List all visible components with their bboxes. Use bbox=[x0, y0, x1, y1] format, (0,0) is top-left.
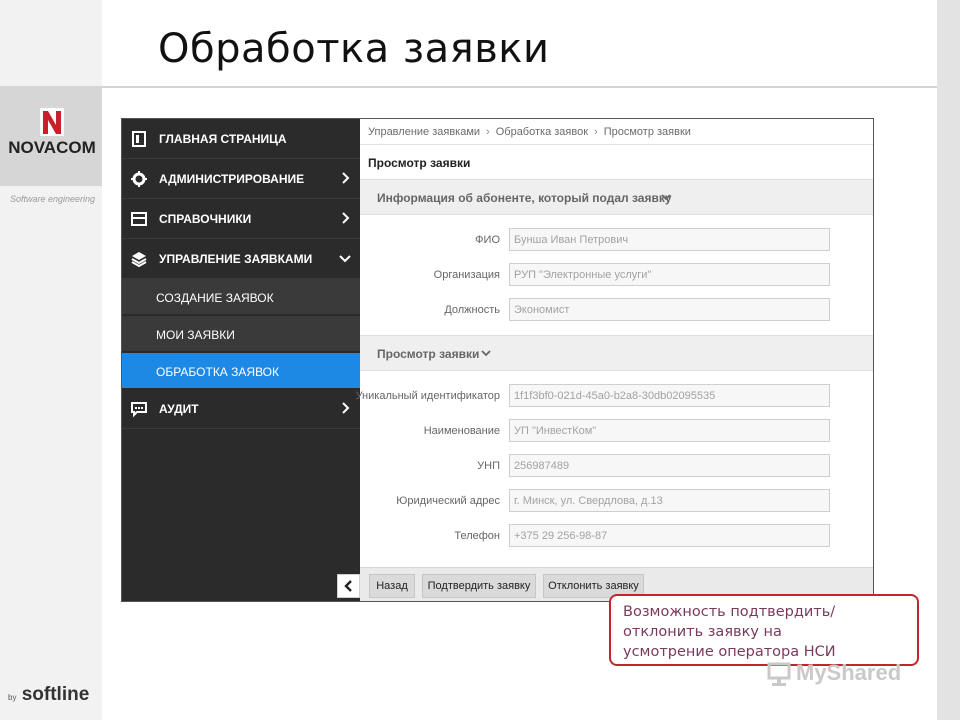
chevron-right-icon bbox=[342, 402, 350, 414]
annotation-callout: Возможность подтвердить/ отклонить заявк… bbox=[609, 594, 919, 666]
breadcrumb-separator: › bbox=[594, 126, 598, 138]
sidebar: ГЛАВНАЯ СТРАНИЦА АДМИНИСТРИРОВАНИЕ СПРАВ… bbox=[122, 119, 360, 601]
app-screenshot: ГЛАВНАЯ СТРАНИЦА АДМИНИСТРИРОВАНИЕ СПРАВ… bbox=[121, 118, 874, 602]
chevron-down-icon bbox=[481, 350, 491, 357]
title-divider bbox=[102, 86, 937, 88]
slide-right-rail bbox=[937, 0, 960, 720]
folder-icon bbox=[131, 212, 147, 226]
chevron-left-icon bbox=[344, 580, 352, 592]
section-request-view-header[interactable]: Просмотр заявки bbox=[360, 335, 873, 371]
fio-field[interactable] bbox=[509, 228, 830, 251]
chevron-right-icon bbox=[342, 212, 350, 224]
section-title: Информация об абоненте, который подал за… bbox=[377, 191, 672, 205]
sidebar-item-request-management[interactable]: УПРАВЛЕНИЕ ЗАЯВКАМИ bbox=[122, 239, 360, 279]
field-label-legal-address: Юридический адрес bbox=[396, 495, 500, 507]
chat-icon bbox=[131, 402, 147, 418]
softline-brand: by softline bbox=[8, 684, 89, 706]
brand-name: softline bbox=[21, 684, 90, 705]
sidebar-item-home[interactable]: ГЛАВНАЯ СТРАНИЦА bbox=[122, 119, 360, 159]
sidebar-item-audit[interactable]: АУДИТ bbox=[122, 389, 360, 429]
position-field[interactable] bbox=[509, 298, 830, 321]
chevron-down-icon bbox=[661, 194, 671, 201]
field-label-unp: УНП bbox=[477, 460, 500, 472]
sidebar-item-label: СПРАВОЧНИКИ bbox=[159, 212, 252, 226]
phone-field[interactable] bbox=[509, 524, 830, 547]
layers-icon bbox=[131, 252, 147, 268]
slide-title: Обработка заявки bbox=[158, 26, 550, 72]
unique-id-field[interactable] bbox=[509, 384, 830, 407]
chevron-right-icon bbox=[342, 172, 350, 184]
breadcrumb-separator: › bbox=[486, 126, 490, 138]
sidebar-subitem-my-requests[interactable]: МОИ ЗАЯВКИ bbox=[122, 316, 360, 352]
field-label-unique-id: Уникальный идентификатор bbox=[355, 390, 500, 402]
field-label-organization: Организация bbox=[433, 269, 500, 281]
sidebar-item-label: АДМИНИСТРИРОВАНИЕ bbox=[159, 172, 305, 186]
breadcrumb-item[interactable]: Обработка заявок bbox=[496, 126, 588, 138]
sidebar-item-label: АУДИТ bbox=[159, 402, 199, 416]
page-title: Просмотр заявки bbox=[368, 156, 471, 170]
sidebar-subitem-process-requests[interactable]: ОБРАБОТКА ЗАЯВОК bbox=[122, 353, 360, 389]
brand-prefix: by bbox=[8, 693, 17, 702]
gear-icon bbox=[131, 171, 147, 187]
presentation-icon bbox=[767, 662, 791, 687]
watermark-text: MyShared bbox=[796, 660, 902, 685]
field-label-fio: ФИО bbox=[475, 234, 500, 246]
sidebar-item-administration[interactable]: АДМИНИСТРИРОВАНИЕ bbox=[122, 159, 360, 199]
sidebar-item-label: УПРАВЛЕНИЕ ЗАЯВКАМИ bbox=[159, 252, 313, 266]
sidebar-subitem-label: СОЗДАНИЕ ЗАЯВОК bbox=[156, 291, 274, 305]
confirm-request-button[interactable]: Подтвердить заявку bbox=[422, 574, 536, 598]
main-content: Управление заявками › Обработка заявок › Про… bbox=[356, 119, 873, 601]
watermark: MyShared bbox=[766, 660, 901, 687]
field-label-position: Должность bbox=[444, 304, 500, 316]
section-subscriber-info-header[interactable]: Информация об абоненте, который подал за… bbox=[360, 179, 873, 215]
section-title: Просмотр заявки bbox=[377, 347, 480, 361]
chevron-down-icon bbox=[339, 255, 351, 263]
callout-line: отклонить заявку на bbox=[623, 624, 782, 640]
logo-text: NOVACOM bbox=[8, 138, 96, 157]
novacom-n-icon bbox=[40, 108, 64, 136]
breadcrumb-item-current: Просмотр заявки bbox=[603, 126, 691, 138]
field-label-phone: Телефон bbox=[454, 530, 500, 542]
breadcrumb-item[interactable]: Управление заявками bbox=[368, 126, 480, 138]
tagline: Software engineering bbox=[10, 194, 96, 204]
back-button[interactable]: Назад bbox=[369, 574, 415, 598]
name-field[interactable] bbox=[509, 419, 830, 442]
sidebar-subitem-create-requests[interactable]: СОЗДАНИЕ ЗАЯВОК bbox=[122, 279, 360, 315]
callout-line: усмотрение оператора НСИ bbox=[623, 644, 836, 660]
organization-field[interactable] bbox=[509, 263, 830, 286]
legal-address-field[interactable] bbox=[509, 489, 830, 512]
sidebar-subitem-label: МОИ ЗАЯВКИ bbox=[156, 328, 235, 342]
collapse-sidebar-button[interactable] bbox=[337, 574, 360, 598]
sidebar-subitem-label: ОБРАБОТКА ЗАЯВОК bbox=[156, 365, 279, 379]
unp-field[interactable] bbox=[509, 454, 830, 477]
novacom-logo: NOVACOM bbox=[8, 108, 96, 158]
field-label-name: Наименование bbox=[423, 425, 500, 437]
breadcrumb: Управление заявками › Обработка заявок › Про… bbox=[368, 126, 691, 138]
breadcrumb-divider bbox=[360, 144, 873, 145]
sidebar-item-directories[interactable]: СПРАВОЧНИКИ bbox=[122, 199, 360, 239]
sidebar-item-label: ГЛАВНАЯ СТРАНИЦА bbox=[159, 132, 287, 146]
sidebar-footer bbox=[122, 567, 360, 601]
callout-line: Возможность подтвердить/ bbox=[623, 604, 836, 620]
document-icon bbox=[132, 131, 146, 147]
